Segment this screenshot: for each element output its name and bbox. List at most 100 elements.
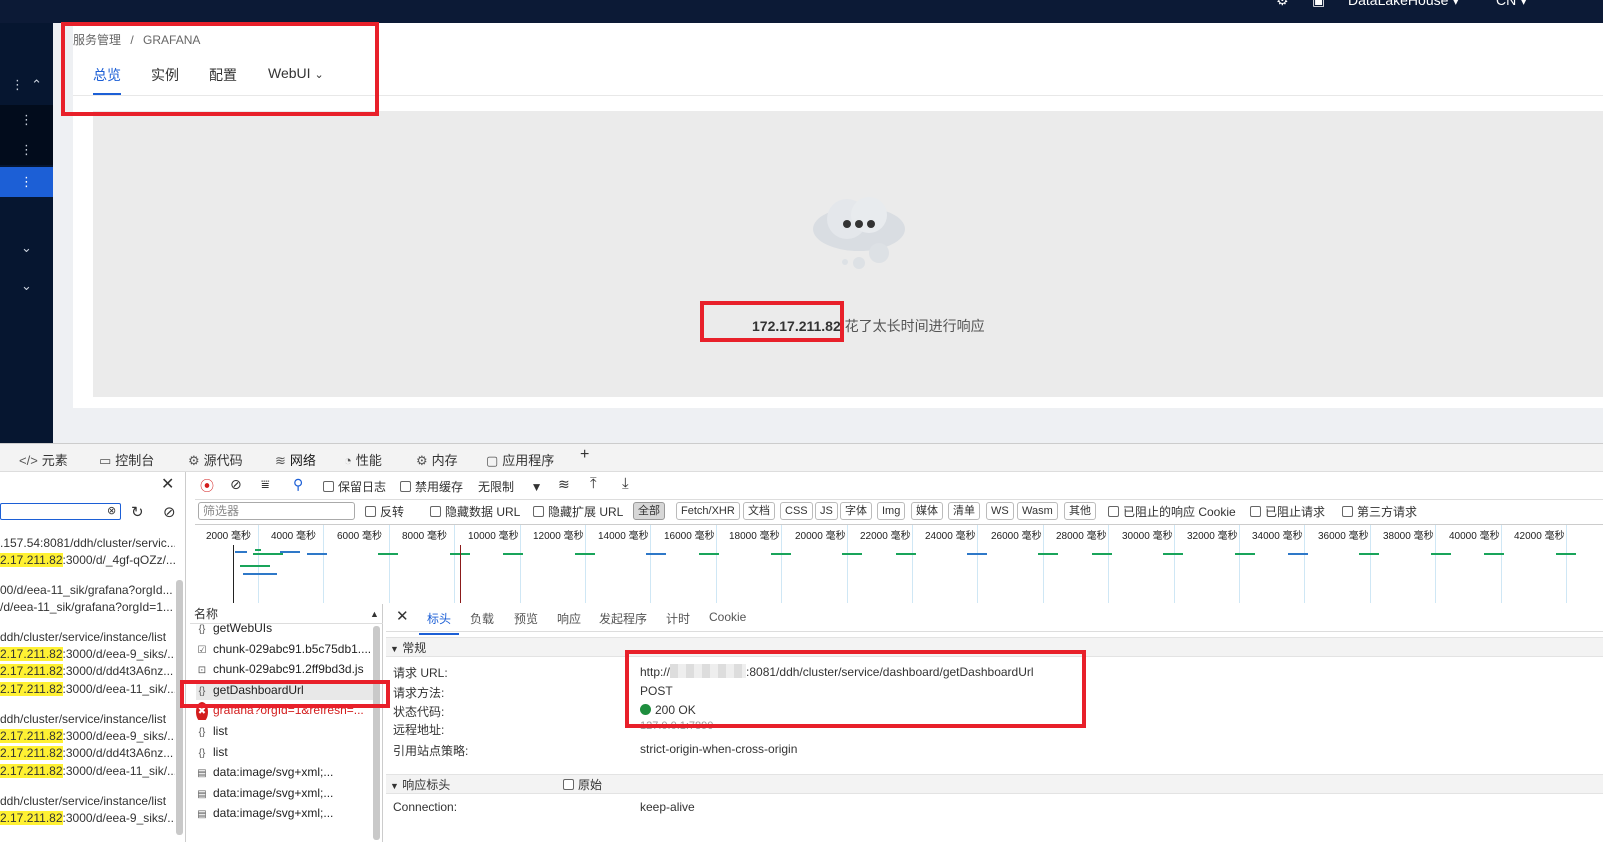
filter-input[interactable]: 筛选器 — [198, 502, 355, 520]
timeline-bar — [842, 553, 862, 555]
connection-label: Connection: — [393, 800, 458, 814]
tab-initiator[interactable]: 发起程序 — [599, 610, 647, 627]
search-result-item[interactable]: ddh/cluster/service/instance/list — [0, 793, 175, 810]
hide-ext-url-checkbox[interactable]: 隐藏扩展 URL — [533, 503, 623, 520]
search-result-item[interactable]: /d/eea-11_sik/grafana?orgId=1... — [0, 599, 175, 616]
request-row[interactable]: {} list — [196, 721, 374, 741]
type-filter-js[interactable]: JS — [815, 502, 838, 520]
type-filter-css[interactable]: CSS — [780, 502, 813, 520]
type-filter-wasm[interactable]: Wasm — [1017, 502, 1058, 520]
sidebar-item-active[interactable]: ⋮ — [0, 167, 53, 197]
search-input[interactable]: ⊗ — [0, 503, 121, 520]
tab-application[interactable]: ▢ 应用程序 — [486, 450, 554, 469]
tab-console[interactable]: ▭ 控制台 — [99, 450, 154, 469]
add-tab-icon[interactable]: + — [580, 446, 589, 464]
search-result-item[interactable]: ddh/cluster/service/instance/list — [0, 629, 175, 646]
third-party-checkbox[interactable]: 第三方请求 — [1342, 503, 1417, 520]
blocked-requests-checkbox[interactable]: 已阻止请求 — [1250, 503, 1325, 520]
chevron-down-icon[interactable]: ⌄ — [0, 233, 53, 263]
tab-headers[interactable]: 标头 — [418, 610, 460, 635]
blocked-cookies-checkbox[interactable]: 已阻止的响应 Cookie — [1108, 503, 1236, 520]
close-icon[interactable]: ✕ — [161, 474, 174, 494]
tab-elements[interactable]: </> 元素 — [19, 450, 68, 469]
search-result-item[interactable]: 2.17.211.82:3000/d/dd4t3A6nz... — [0, 745, 175, 762]
connection-value: keep-alive — [640, 800, 695, 814]
search-result-text: :3000/d/_4gf-qOZz/... — [62, 553, 175, 567]
search-icon[interactable]: ⚲ — [293, 476, 303, 493]
request-row[interactable]: {} getWebUIs — [196, 618, 374, 638]
type-filter-img[interactable]: Img — [877, 502, 906, 520]
tab-timing[interactable]: 计时 — [666, 610, 690, 627]
search-result-item[interactable]: 2.17.211.82:3000/d/eea-11_sik/... — [0, 681, 175, 698]
preserve-log-checkbox[interactable]: 保留日志 — [323, 478, 386, 495]
close-icon[interactable]: ✕ — [396, 607, 409, 625]
tab-network[interactable]: ≋ 网络 — [275, 450, 316, 475]
tab-sources[interactable]: ⚙ 源代码 — [188, 450, 243, 469]
search-result-item[interactable]: 2.17.211.82:3000/d/_4gf-qOZz/... — [0, 552, 175, 569]
request-type-icon: ▤ — [197, 809, 207, 821]
sidebar-collapse[interactable]: ⋮ ⌃ — [0, 70, 53, 100]
search-result-item[interactable]: ddh/cluster/service/instance/list — [0, 711, 175, 728]
tab-memory[interactable]: ⚙ 内存 — [416, 450, 458, 469]
type-filter-manifest[interactable]: 清单 — [948, 502, 980, 520]
sidebar-item-2[interactable]: ⋮ — [0, 135, 53, 165]
type-filter-doc[interactable]: 文档 — [743, 502, 775, 520]
filter-icon[interactable]: ⩸ — [261, 476, 270, 493]
refresh-icon[interactable]: ↻ — [131, 503, 144, 521]
request-row[interactable]: ▤ data:image/svg+xml;... — [196, 762, 374, 782]
chevron-down-icon[interactable]: ⌄ — [0, 271, 53, 301]
search-result-item[interactable]: 2.17.211.82:3000/d/eea-9_siks/... — [0, 810, 175, 827]
throttle-select[interactable]: 无限制 ▼ — [478, 478, 543, 495]
language-menu[interactable]: CN ▾ — [1496, 0, 1527, 9]
request-row[interactable]: ⊡ chunk-029abc91.2ff9bd3d.js — [196, 659, 374, 679]
record-icon[interactable]: ⦿ — [200, 476, 214, 496]
annotation-box — [625, 650, 1086, 728]
upload-icon[interactable]: ⤒ — [590, 475, 597, 492]
search-result-item[interactable]: 2.17.211.82:3000/d/eea-9_siks/... — [0, 728, 175, 745]
search-result-item[interactable]: 00/d/eea-11_sik/grafana?orgId... — [0, 582, 175, 599]
search-result-item[interactable]: 2.17.211.82:3000/d/eea-11_sik/... — [0, 763, 175, 780]
raw-checkbox[interactable]: 原始 — [563, 775, 602, 795]
scrollbar[interactable] — [373, 626, 380, 840]
sidebar-item-1[interactable]: ⋮ — [0, 105, 53, 135]
user-menu[interactable]: DataLakeHouse ▾ — [1348, 0, 1459, 9]
timeline-tick-label: 40000 毫秒 — [1449, 531, 1500, 542]
timeline-bar — [253, 553, 283, 555]
clear-results-icon[interactable]: ⊘ — [163, 503, 176, 521]
clear-icon[interactable]: ⊘ — [230, 476, 242, 493]
timeline-bar — [575, 553, 595, 555]
request-row[interactable]: {} list — [196, 742, 374, 762]
search-result-text: :3000/d/eea-9_siks/... — [62, 811, 175, 825]
disable-cache-checkbox[interactable]: 禁用缓存 — [400, 478, 463, 495]
timeline-tick-label: 18000 毫秒 — [729, 531, 780, 542]
network-toolbar: ⦿ ⊘ ⩸ ⚲ 保留日志 禁用缓存 无限制 ▼ ≋ ⤒ ⤓ — [195, 472, 1603, 500]
search-result-item[interactable]: 2.17.211.82:3000/d/eea-9_siks/... — [0, 646, 175, 663]
clear-icon[interactable]: ⊗ — [107, 504, 116, 517]
tab-preview[interactable]: 预览 — [514, 610, 538, 627]
hide-data-url-checkbox[interactable]: 隐藏数据 URL — [430, 503, 520, 520]
wifi-settings-icon[interactable]: ≋ — [558, 476, 570, 493]
gear-icon[interactable]: ⚙ — [1276, 0, 1289, 9]
search-result-item[interactable]: 2.17.211.82:3000/d/dd4t3A6nz... — [0, 663, 175, 680]
request-row[interactable]: ▤ data:image/svg+xml;... — [196, 783, 374, 803]
download-icon[interactable]: ⤓ — [622, 475, 629, 492]
document-icon[interactable]: ▣ — [1312, 0, 1325, 9]
request-row[interactable]: ☑ chunk-029abc91.b5c75db1.... — [196, 639, 374, 659]
tab-performance[interactable]: ◔ 性能 — [344, 450, 382, 469]
type-filter-xhr[interactable]: Fetch/XHR — [676, 502, 740, 520]
timeline-bar — [1163, 553, 1183, 555]
response-headers-section-header[interactable]: ▼ 响应标头 原始 — [386, 774, 1603, 794]
search-result-item[interactable]: .157.54:8081/ddh/cluster/servic... — [0, 535, 175, 552]
tab-payload[interactable]: 负载 — [470, 610, 494, 627]
request-row[interactable]: ▤ data:image/svg+xml;... — [196, 803, 374, 823]
network-timeline[interactable]: 2000 毫秒 4000 毫秒 6000 毫秒 8000 毫秒 10000 毫秒 1200… — [195, 524, 1603, 603]
request-name: data:image/svg+xml;... — [213, 785, 334, 800]
tab-cookies[interactable]: Cookie — [709, 610, 746, 624]
invert-checkbox[interactable]: 反转 — [365, 503, 404, 520]
type-filter-other[interactable]: 其他 — [1064, 502, 1096, 520]
type-filter-ws[interactable]: WS — [986, 502, 1014, 520]
tab-response[interactable]: 响应 — [557, 610, 581, 627]
type-filter-media[interactable]: 媒体 — [911, 502, 943, 520]
type-filter-font[interactable]: 字体 — [840, 502, 872, 520]
type-filter-all[interactable]: 全部 — [633, 502, 665, 520]
